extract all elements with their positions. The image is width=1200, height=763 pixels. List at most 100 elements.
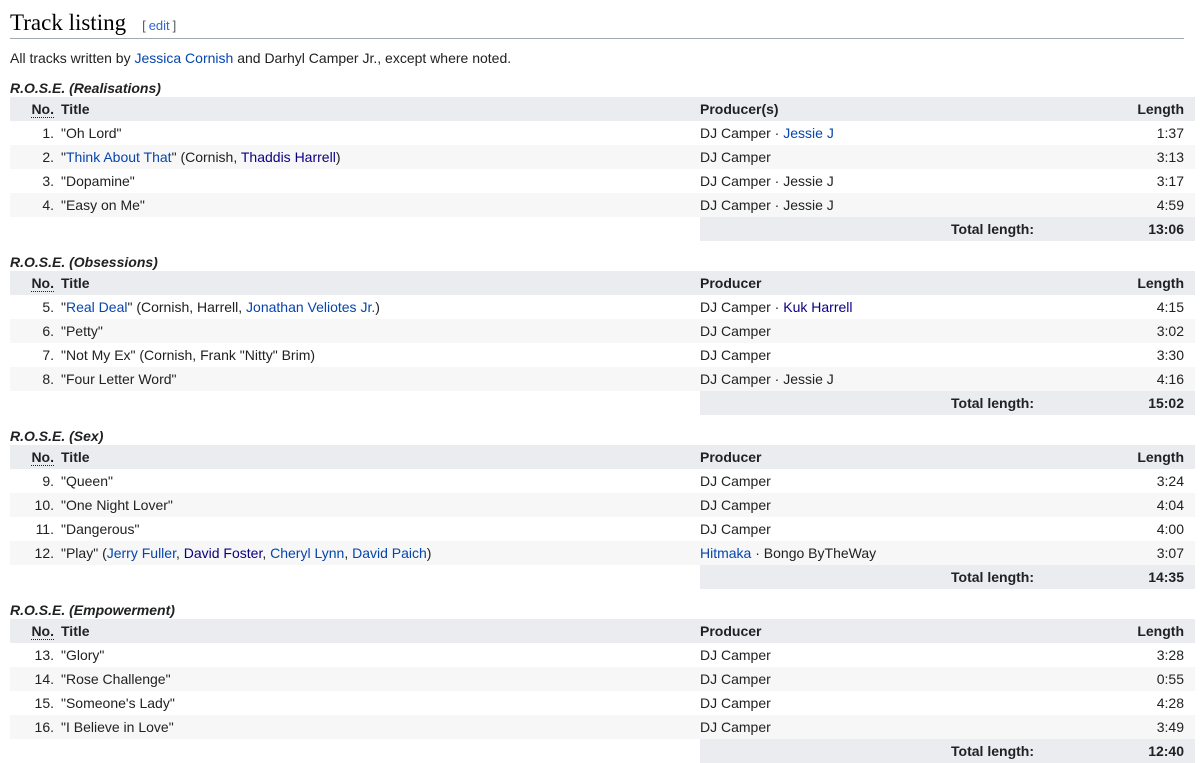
track-length: 4:16 xyxy=(1060,367,1195,391)
track-producer: DJ Camper xyxy=(700,493,1060,517)
text-fragment: DJ Camper · Jessie J xyxy=(700,197,834,213)
kuk-harrell-link[interactable]: Kuk Harrell xyxy=(783,299,852,315)
length-header: Length xyxy=(1060,445,1195,469)
track-number: 1. xyxy=(42,125,54,141)
text-fragment: "Play" ( xyxy=(61,545,107,561)
track-length: 3:17 xyxy=(1156,173,1184,189)
section-title: R.O.S.E. (Empowerment) xyxy=(10,602,175,618)
total-length-value: 13:06 xyxy=(1060,217,1195,241)
jonathan-veliotes-jr-link[interactable]: Jonathan Veliotes Jr. xyxy=(246,299,375,315)
track-length: 4:59 xyxy=(1060,193,1195,217)
producer-header: Producer xyxy=(700,445,1060,469)
track-producer: DJ Camper xyxy=(700,691,1060,715)
track-row: 16. "I Believe in Love" DJ Camper 3:49 xyxy=(10,715,1195,739)
text-fragment: · xyxy=(770,299,784,315)
jerry-fuller-link[interactable]: Jerry Fuller xyxy=(107,545,176,561)
tracklist-header-row: No. Title Producer Length xyxy=(10,271,1195,295)
total-spacer xyxy=(10,565,700,589)
track-title: "Real Deal" (Cornish, Harrell, Jonathan … xyxy=(54,295,700,319)
jessie-j-link[interactable]: Jessie J xyxy=(783,125,834,141)
tracklist-table: No. Title Producer Length 9. "Queen" DJ Camper… xyxy=(10,445,1195,589)
track-title: "One Night Lover" xyxy=(54,493,700,517)
total-length-row: Total length: 12:40 xyxy=(10,739,1195,763)
track-number: 16. xyxy=(10,715,54,739)
length-header: Length xyxy=(1060,619,1195,643)
track-producer: DJ Camper · Kuk Harrell xyxy=(700,295,1060,319)
length-header: Length xyxy=(1060,97,1195,121)
track-title: "Four Letter Word" xyxy=(54,367,700,391)
total-length-value: 15:02 xyxy=(1060,391,1195,415)
david-foster-link[interactable]: David Foster xyxy=(184,545,263,561)
track-length: 4:15 xyxy=(1156,299,1184,315)
track-producer: DJ Camper · Jessie J xyxy=(700,121,1060,145)
title-header: Title xyxy=(54,271,700,295)
track-length: 4:28 xyxy=(1156,695,1184,711)
text-fragment: DJ Camper · Jessie J xyxy=(700,371,834,387)
text-fragment: , xyxy=(262,545,271,561)
producer-header: Producer xyxy=(700,271,1060,295)
text-fragment: "Oh Lord" xyxy=(61,125,122,141)
track-producer: DJ Camper · Jessie J xyxy=(700,169,1060,193)
no-header: No. xyxy=(10,271,54,295)
section-title: R.O.S.E. (Obsessions) xyxy=(10,254,158,270)
track-title: "Petty" xyxy=(54,319,700,343)
total-spacer xyxy=(10,739,700,763)
track-row: 14. "Rose Challenge" DJ Camper 0:55 xyxy=(10,667,1195,691)
edit-link[interactable]: edit xyxy=(149,18,170,33)
intro-prefix: All tracks written by xyxy=(10,50,135,66)
track-title: "Rose Challenge" xyxy=(54,667,700,691)
track-number: 12. xyxy=(10,541,54,565)
total-length-row: Total length: 13:06 xyxy=(10,217,1195,241)
total-length-row: Total length: 14:35 xyxy=(10,565,1195,589)
text-fragment: DJ Camper · Jessie J xyxy=(700,173,834,189)
track-row: 3. "Dopamine" DJ Camper · Jessie J 3:17 xyxy=(10,169,1195,193)
text-fragment: DJ Camper xyxy=(700,497,771,513)
track-row: 13. "Glory" DJ Camper 3:28 xyxy=(10,643,1195,667)
track-length: 3:07 xyxy=(1060,541,1195,565)
track-title: "Not My Ex" (Cornish, Frank "Nitty" Brim… xyxy=(54,343,700,367)
track-length: 0:55 xyxy=(1060,667,1195,691)
track-row: 2. "Think About That" (Cornish, Thaddis H… xyxy=(10,145,1195,169)
track-producer: DJ Camper xyxy=(700,319,1060,343)
text-fragment: DJ Camper xyxy=(700,719,771,735)
track-length: 3:02 xyxy=(1060,319,1195,343)
david-paich-link[interactable]: David Paich xyxy=(352,545,427,561)
thaddis-harrell-link[interactable]: Thaddis Harrell xyxy=(241,149,336,165)
intro-suffix: and Darhyl Camper Jr., except where note… xyxy=(233,50,512,66)
track-number: 14. xyxy=(10,667,54,691)
cheryl-lynn-link[interactable]: Cheryl Lynn xyxy=(270,545,344,561)
track-number: 13. xyxy=(34,647,54,663)
track-number: 6. xyxy=(10,319,54,343)
real-deal-link[interactable]: Real Deal xyxy=(66,299,127,315)
track-length: 3:24 xyxy=(1156,473,1184,489)
text-fragment: ) xyxy=(375,299,380,315)
total-spacer xyxy=(10,391,700,415)
section-title: R.O.S.E. (Realisations) xyxy=(10,80,161,96)
text-fragment: DJ Camper xyxy=(700,671,771,687)
track-producer: DJ Camper xyxy=(700,715,1060,739)
text-fragment: DJ Camper xyxy=(700,695,771,711)
tracklist-table: No. Title Producer Length 5. "Real Deal" (Cor… xyxy=(10,271,1195,415)
text-fragment: · xyxy=(770,125,784,141)
text-fragment: DJ Camper xyxy=(700,125,771,141)
intro-writer-link[interactable]: Jessica Cornish xyxy=(134,50,233,66)
track-row: 15. "Someone's Lady" DJ Camper 4:28 xyxy=(10,691,1195,715)
track-length: 3:49 xyxy=(1060,715,1195,739)
no-abbr: No. xyxy=(31,275,54,292)
total-length-value: 14:35 xyxy=(1060,565,1195,589)
track-number: 8. xyxy=(10,367,54,391)
track-number: 7. xyxy=(42,347,54,363)
text-fragment: , xyxy=(175,545,184,561)
track-producer: DJ Camper xyxy=(700,667,1060,691)
text-fragment: "Easy on Me" xyxy=(61,197,145,213)
track-listing-article: Track listing [edit] All tracks written … xyxy=(0,0,1200,763)
track-producer: DJ Camper · Jessie J xyxy=(700,193,1060,217)
hitmaka-link[interactable]: Hitmaka xyxy=(700,545,751,561)
track-length: 3:30 xyxy=(1156,347,1184,363)
text-fragment: DJ Camper xyxy=(700,299,771,315)
track-row: 1. "Oh Lord" DJ Camper · Jessie J 1:37 xyxy=(10,121,1195,145)
track-row: 8. "Four Letter Word" DJ Camper · Jessie J… xyxy=(10,367,1195,391)
text-fragment: "Dangerous" xyxy=(61,521,140,537)
track-title: "Queen" xyxy=(54,469,700,493)
think-about-that-link[interactable]: Think About That xyxy=(66,149,172,165)
